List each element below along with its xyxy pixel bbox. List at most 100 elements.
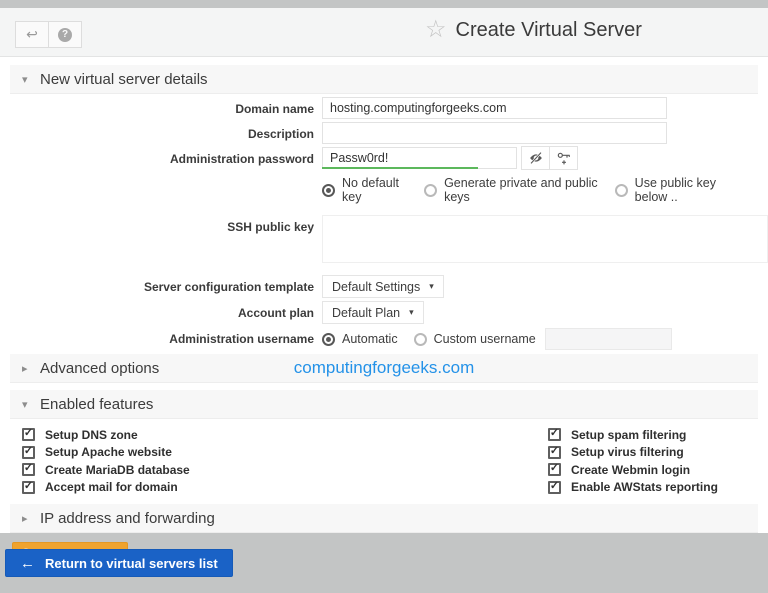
radio-label: Custom username: [434, 332, 536, 346]
radio-label: Generate private and public keys: [444, 176, 599, 204]
domain-name-input[interactable]: [322, 97, 667, 119]
domain-name-label: Domain name: [10, 97, 322, 116]
radio-icon: [322, 333, 335, 346]
section-title-advanced: Advanced options: [40, 360, 159, 377]
arrow-left-icon: ←: [20, 555, 35, 572]
radio-use-public-key[interactable]: Use public key below ..: [615, 176, 742, 204]
form-row-description: Description: [10, 122, 758, 144]
hide-password-button[interactable]: [521, 146, 550, 170]
page-content: ▾ New virtual server details Domain name…: [0, 57, 768, 568]
radio-icon: [424, 184, 437, 197]
config-template-select[interactable]: Default Settings ▾: [322, 275, 444, 298]
form-row-ssh-key: SSH public key: [10, 208, 758, 268]
form-row-password: Administration password: [10, 147, 758, 204]
description-label: Description: [10, 122, 322, 141]
radio-icon: [414, 333, 427, 346]
ssh-public-key-label: SSH public key: [10, 208, 322, 234]
feature-awstats-reporting[interactable]: ✓ Enable AWStats reporting: [548, 479, 758, 497]
chevron-down-icon: ▾: [409, 307, 414, 318]
feature-mariadb-database[interactable]: ✓ Create MariaDB database: [22, 461, 548, 479]
features-column-right: ✓ Setup spam filtering ✓ Setup virus fil…: [548, 426, 758, 496]
check-icon: ✓: [550, 463, 559, 474]
radio-label: No default key: [342, 176, 408, 204]
section-header-features[interactable]: ▾ Enabled features: [10, 390, 758, 419]
feature-spam-filtering[interactable]: ✓ Setup spam filtering: [548, 426, 758, 444]
back-icon: ↩: [26, 26, 38, 43]
check-icon: ✓: [24, 463, 33, 474]
return-to-list-label: Return to virtual servers list: [45, 556, 218, 571]
ssh-public-key-textarea[interactable]: [322, 215, 768, 263]
checkbox[interactable]: ✓: [22, 428, 35, 441]
checkbox[interactable]: ✓: [548, 463, 561, 476]
check-icon: ✓: [24, 428, 33, 439]
radio-custom-username[interactable]: Custom username: [414, 332, 536, 346]
account-plan-label: Account plan: [10, 301, 322, 320]
key-plus-icon: [556, 150, 572, 166]
help-icon: ?: [58, 28, 72, 42]
virtualmin-window: ↩ ? ☆ Create Virtual Server ▾ New virtua…: [0, 8, 768, 533]
check-icon: ✓: [24, 446, 33, 457]
form-row-plan: Account plan Default Plan ▾: [10, 301, 758, 324]
description-input[interactable]: [322, 122, 667, 144]
back-button[interactable]: ↩: [15, 21, 49, 48]
features-column-left: ✓ Setup DNS zone ✓ Setup Apache website …: [22, 426, 548, 496]
feature-webmin-login[interactable]: ✓ Create Webmin login: [548, 461, 758, 479]
checkbox[interactable]: ✓: [22, 446, 35, 459]
section-header-ip[interactable]: ▸ IP address and forwarding: [10, 504, 758, 533]
return-to-list-button[interactable]: ← Return to virtual servers list: [5, 549, 233, 577]
feature-dns-zone[interactable]: ✓ Setup DNS zone: [22, 426, 548, 444]
feature-virus-filtering[interactable]: ✓ Setup virus filtering: [548, 444, 758, 462]
check-icon: ✓: [24, 481, 33, 492]
chevron-down-icon: ▾: [22, 73, 31, 86]
account-plan-value: Default Plan: [332, 306, 400, 320]
checkbox[interactable]: ✓: [548, 428, 561, 441]
config-template-value: Default Settings: [332, 280, 420, 294]
ssh-key-options: No default key Generate private and publ…: [322, 176, 758, 204]
feature-accept-mail[interactable]: ✓ Accept mail for domain: [22, 479, 548, 497]
chevron-down-icon: ▾: [22, 398, 31, 411]
chevron-right-icon: ▸: [22, 512, 31, 525]
page-header: ↩ ? ☆ Create Virtual Server: [0, 8, 768, 57]
eye-off-icon: [528, 150, 544, 166]
help-button[interactable]: ?: [48, 21, 82, 48]
feature-apache-website[interactable]: ✓ Setup Apache website: [22, 444, 548, 462]
config-template-label: Server configuration template: [10, 275, 322, 294]
radio-automatic[interactable]: Automatic: [322, 332, 398, 346]
account-plan-select[interactable]: Default Plan ▾: [322, 301, 424, 324]
password-strength-bar: [322, 167, 478, 169]
title-area: ☆ Create Virtual Server: [425, 18, 642, 42]
checkbox[interactable]: ✓: [22, 463, 35, 476]
custom-username-input[interactable]: [545, 328, 672, 350]
section-header-details[interactable]: ▾ New virtual server details: [10, 65, 758, 94]
radio-label: Automatic: [342, 332, 398, 346]
radio-label: Use public key below ..: [635, 176, 742, 204]
form-row-domain: Domain name: [10, 97, 758, 119]
radio-icon: [322, 184, 335, 197]
admin-password-label: Administration password: [10, 147, 322, 166]
generate-password-button[interactable]: [549, 146, 578, 170]
header-button-group: ↩ ?: [15, 21, 82, 48]
check-icon: ✓: [550, 481, 559, 492]
details-form: Domain name Description Administration p…: [10, 94, 758, 350]
checkbox[interactable]: ✓: [548, 446, 561, 459]
chevron-down-icon: ▾: [429, 281, 434, 292]
section-header-advanced[interactable]: ▸ Advanced options computingforgeeks.com: [10, 354, 758, 383]
favorite-star-icon[interactable]: ☆: [425, 18, 447, 42]
admin-username-label: Administration username: [10, 327, 322, 346]
check-icon: ✓: [550, 446, 559, 457]
checkbox[interactable]: ✓: [22, 481, 35, 494]
checkbox[interactable]: ✓: [548, 481, 561, 494]
chevron-right-icon: ▸: [22, 362, 31, 375]
section-title-ip: IP address and forwarding: [40, 510, 215, 527]
form-row-template: Server configuration template Default Se…: [10, 275, 758, 298]
page-title: Create Virtual Server: [456, 19, 642, 42]
radio-icon: [615, 184, 628, 197]
radio-generate-keys[interactable]: Generate private and public keys: [424, 176, 599, 204]
section-title-features: Enabled features: [40, 396, 153, 413]
admin-password-input[interactable]: [322, 147, 517, 169]
section-title-details: New virtual server details: [40, 71, 208, 88]
form-row-username: Administration username Automatic Custom…: [10, 327, 758, 350]
check-icon: ✓: [550, 428, 559, 439]
radio-no-default-key[interactable]: No default key: [322, 176, 408, 204]
features-grid: ✓ Setup DNS zone ✓ Setup Apache website …: [10, 419, 758, 504]
